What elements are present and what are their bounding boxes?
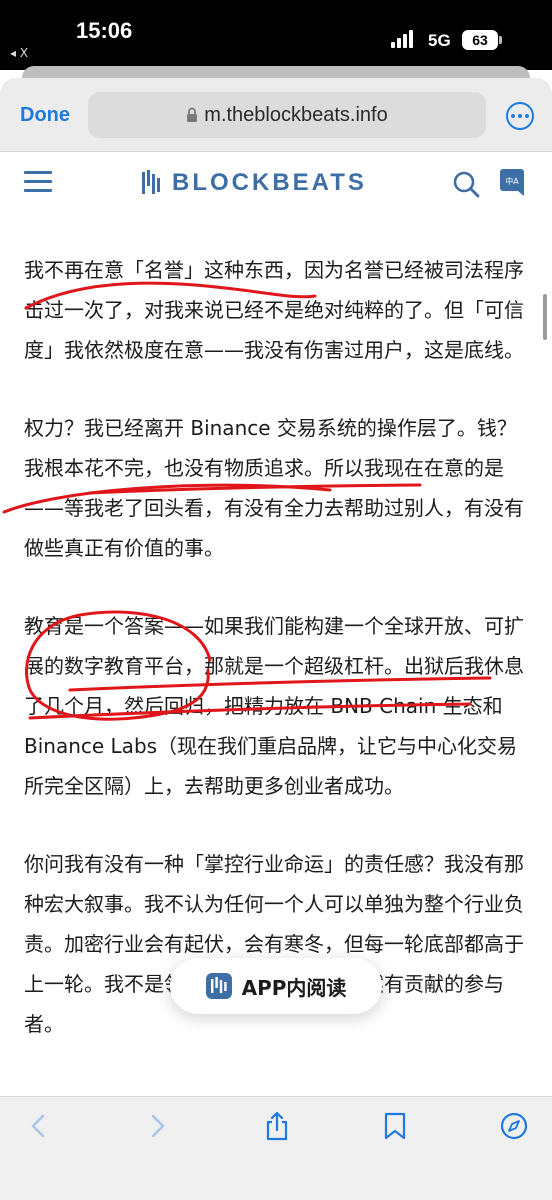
- url-text: m.theblockbeats.info: [204, 103, 388, 126]
- blockbeats-logo[interactable]: BLOCKBEATS: [142, 169, 367, 197]
- forward-icon[interactable]: [142, 1111, 172, 1141]
- back-to-app-link[interactable]: ◂ X: [10, 46, 28, 60]
- article-paragraph: 权力？我已经离开 Binance 交易系统的操作层了。钱？我根本花不完，也没有物…: [24, 416, 524, 560]
- status-bar: 15:06 ◂ X 5G 63: [0, 0, 552, 70]
- address-bar[interactable]: m.theblockbeats.info: [88, 92, 486, 138]
- app-logo-icon: [205, 973, 232, 999]
- hamburger-menu-icon[interactable]: [24, 171, 52, 195]
- translate-icon[interactable]: 中A: [500, 169, 524, 199]
- done-button[interactable]: Done: [20, 104, 70, 127]
- translate-glyph: 中A: [505, 176, 519, 186]
- share-icon[interactable]: [262, 1111, 292, 1141]
- open-in-app-button[interactable]: APP内阅读: [170, 958, 382, 1014]
- signal-icon: [391, 30, 413, 48]
- more-options-icon[interactable]: [506, 102, 534, 130]
- bottom-toolbar: [0, 1096, 552, 1200]
- network-type: 5G: [428, 31, 451, 50]
- back-icon[interactable]: [24, 1111, 54, 1141]
- status-time: 15:06: [76, 18, 133, 43]
- bookmarks-icon[interactable]: [380, 1111, 410, 1141]
- search-icon[interactable]: [452, 170, 480, 198]
- lock-icon: [187, 107, 198, 122]
- logo-mark-icon: [142, 170, 160, 194]
- site-header: BLOCKBEATS 中A: [0, 152, 552, 216]
- open-in-app-label: APP内阅读: [241, 975, 347, 1000]
- scrollbar-thumb[interactable]: [543, 294, 547, 340]
- article-paragraph: 我不再在意「名誉」这种东西，因为名誉已经被司法程序击过一次了，对我来说已经不是绝…: [24, 258, 524, 362]
- compass-icon[interactable]: [499, 1111, 529, 1141]
- article-paragraph: 你问我有没有一种「掌控行业命运」的责任感？我没有那种宏大叙事。我不认为任何一个人…: [24, 852, 524, 1036]
- browser-toolbar: Done m.theblockbeats.info: [0, 78, 552, 152]
- battery-icon: 63: [462, 30, 502, 50]
- article-paragraph: 教育是一个答案——如果我们能构建一个全球开放、可扩展的数字教育平台，那就是一个超…: [24, 614, 524, 798]
- logo-text: BLOCKBEATS: [172, 169, 367, 196]
